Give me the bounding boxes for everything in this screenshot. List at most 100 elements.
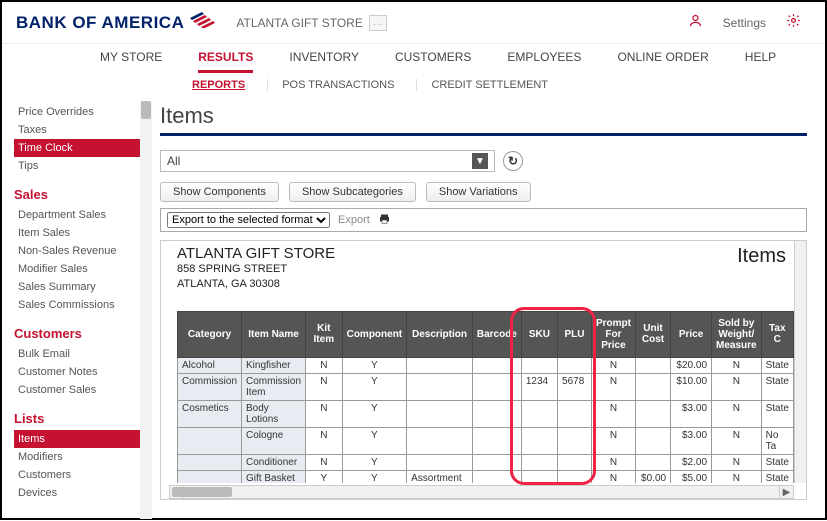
cell-kit: N [306,373,343,400]
cell-comp: Y [342,470,407,483]
cell-tax: No Ta [761,427,793,454]
sidebar-item-modifier-sales[interactable]: Modifier Sales [14,260,146,278]
sidebar-item-sales-commissions[interactable]: Sales Commissions [14,296,146,314]
cell-bar [472,400,521,427]
main-nav: MY STORE RESULTS INVENTORY CUSTOMERS EMP… [2,44,825,73]
cell-sbw: N [712,373,762,400]
cell-bar [472,470,521,483]
cell-name: Body Lotions [242,400,306,427]
col-unit-cost: Unit Cost [635,311,670,357]
nav-online-order[interactable]: ONLINE ORDER [617,50,708,73]
report-title: Items [737,245,786,268]
nav-help[interactable]: HELP [745,50,776,73]
col-item-name: Item Name [242,311,306,357]
cell-comp: Y [342,373,407,400]
cell-kit: N [306,454,343,470]
sidebar-item-department-sales[interactable]: Department Sales [14,206,146,224]
cell-desc: Assortment of shampoos, conditioners, an… [407,470,473,483]
subnav-reports[interactable]: REPORTS [192,79,245,91]
nav-results[interactable]: RESULTS [198,50,253,73]
sidebar-item-devices[interactable]: Devices [14,484,146,502]
cell-tax: State [761,470,793,483]
sidebar-item-modifiers[interactable]: Modifiers [14,448,146,466]
report-vscroll[interactable] [794,241,806,483]
show-variations-button[interactable]: Show Variations [426,182,531,202]
sidebar-item-item-sales[interactable]: Item Sales [14,224,146,242]
sidebar-head-customers: Customers [14,326,146,341]
cell-comp: Y [342,454,407,470]
cell-plu [558,470,592,483]
cell-desc [407,427,473,454]
cell-price: $5.00 [671,470,712,483]
cell-name: Cologne [242,427,306,454]
sidebar-scrollbar[interactable] [140,101,152,519]
subnav-credit-settlement[interactable]: CREDIT SETTLEMENT [416,79,548,91]
cell-cost [635,427,670,454]
export-link[interactable]: Export [338,214,370,226]
sidebar-item-taxes[interactable]: Taxes [14,121,146,139]
cell-kit: N [306,357,343,373]
cell-cat [178,470,242,483]
show-components-button[interactable]: Show Components [160,182,279,202]
content: Items All ▼ ↻ Show Components Show Subca… [152,99,825,521]
filter-value: All [167,154,180,168]
sidebar-item-bulk-email[interactable]: Bulk Email [14,345,146,363]
cell-bar [472,357,521,373]
report-store: ATLANTA GIFT STORE [177,245,335,262]
sidebar-item-customers-list[interactable]: Customers [14,466,146,484]
col-sold-by-weight: Sold by Weight/ Measure [712,311,762,357]
topbar: BANK OF AMERICA ATLANTA GIFT STORE … Set… [2,2,825,44]
user-icon[interactable] [688,13,703,33]
cell-kit: N [306,400,343,427]
cell-cat: Alcohol [178,357,242,373]
sidebar-head-lists: Lists [14,411,146,426]
cell-pfp: N [591,427,635,454]
sub-nav: REPORTS POS TRANSACTIONS CREDIT SETTLEME… [2,73,825,99]
nav-employees[interactable]: EMPLOYEES [507,50,581,73]
nav-inventory[interactable]: INVENTORY [289,50,359,73]
report-addr1: 858 SPRING STREET [177,262,335,277]
cell-sku: 1234 [521,373,557,400]
table-row: CosmeticsBody LotionsNYN$3.00NState [178,400,794,427]
gear-icon[interactable] [786,13,801,33]
nav-customers[interactable]: CUSTOMERS [395,50,471,73]
cell-price: $10.00 [671,373,712,400]
cell-tax: State [761,400,793,427]
cell-price: $2.00 [671,454,712,470]
cell-sbw: N [712,400,762,427]
col-component: Component [342,311,407,357]
sidebar-item-sales-summary[interactable]: Sales Summary [14,278,146,296]
settings-link[interactable]: Settings [723,16,766,30]
sidebar-item-customer-notes[interactable]: Customer Notes [14,363,146,381]
sidebar-item-non-sales-revenue[interactable]: Non-Sales Revenue [14,242,146,260]
sidebar-item-price-overrides[interactable]: Price Overrides [14,103,146,121]
cell-cost [635,454,670,470]
page-title: Items [160,103,807,129]
sidebar-item-customer-sales[interactable]: Customer Sales [14,381,146,399]
nav-my-store[interactable]: MY STORE [100,50,162,73]
table-row: Gift BasketYYAssortment of shampoos, con… [178,470,794,483]
scroll-right-icon[interactable]: ▶ [779,486,793,498]
col-kit-item: Kit Item [306,311,343,357]
sidebar-head-sales: Sales [14,187,146,202]
report-hscroll[interactable]: ◀ ▶ [169,485,794,499]
store-switch-button[interactable]: … [369,15,387,31]
cell-name: Kingfisher [242,357,306,373]
sidebar-item-items[interactable]: Items [14,430,146,448]
subnav-pos-transactions[interactable]: POS TRANSACTIONS [267,79,394,91]
cell-pfp: N [591,400,635,427]
print-icon[interactable] [378,213,391,228]
cell-cat: Cosmetics [178,400,242,427]
table-row: CologneNYN$3.00NNo Ta [178,427,794,454]
refresh-button[interactable]: ↻ [503,151,523,171]
cell-pfp: N [591,357,635,373]
export-format-select[interactable]: Export to the selected format [167,212,330,228]
col-plu: PLU [558,311,592,357]
cell-tax: State [761,357,793,373]
cell-tax: State [761,454,793,470]
sidebar-item-tips[interactable]: Tips [14,157,146,175]
show-subcategories-button[interactable]: Show Subcategories [289,182,416,202]
filter-select[interactable]: All ▼ [160,150,495,172]
sidebar-item-time-clock[interactable]: Time Clock [14,139,146,157]
cell-plu [558,357,592,373]
